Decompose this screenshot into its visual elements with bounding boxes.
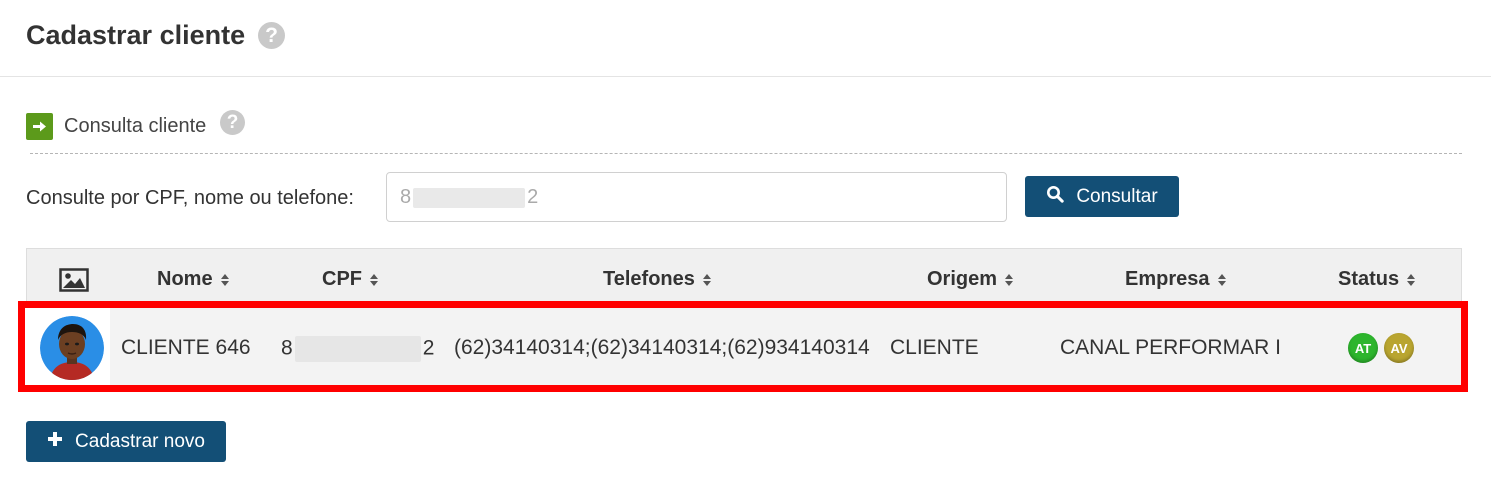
search-value-end: 2 — [527, 186, 539, 208]
consultar-button-label: Consultar — [1076, 185, 1158, 207]
column-header-origem[interactable]: Origem — [927, 268, 1014, 291]
search-label: Consulte por CPF, nome ou telefone: — [26, 187, 354, 209]
column-label: Status — [1338, 268, 1400, 290]
column-label: Empresa — [1125, 268, 1210, 290]
page-header: Cadastrar cliente ? — [0, 0, 1491, 77]
divider — [30, 153, 1462, 154]
sort-icon — [702, 273, 711, 286]
column-header-telefones[interactable]: Telefones — [603, 268, 712, 291]
column-label: Telefones — [603, 268, 695, 290]
table-header: Nome CPF Telefones Origem Empresa Status — [26, 248, 1462, 308]
row-highlight-box — [18, 301, 1468, 392]
column-header-empresa[interactable]: Empresa — [1125, 268, 1227, 291]
plus-icon — [47, 431, 63, 453]
column-label: CPF — [322, 268, 362, 290]
help-icon[interactable]: ? — [258, 22, 285, 49]
search-value-start: 8 — [400, 186, 412, 208]
sort-icon — [370, 273, 378, 286]
sort-icon — [220, 273, 229, 286]
column-label: Nome — [157, 268, 213, 290]
section-title: Consulta cliente — [64, 115, 207, 137]
column-label: Origem — [927, 268, 998, 290]
redacted-block — [413, 187, 526, 208]
consultar-button[interactable]: Consultar — [1025, 176, 1179, 217]
sort-icon — [1407, 273, 1416, 286]
cadastrar-novo-label: Cadastrar novo — [75, 430, 205, 452]
column-header-cpf[interactable]: CPF — [322, 268, 379, 291]
help-icon[interactable]: ? — [220, 110, 245, 135]
cadastrar-novo-button[interactable]: Cadastrar novo — [26, 421, 226, 462]
page-title: Cadastrar cliente — [26, 20, 246, 50]
column-header-nome[interactable]: Nome — [157, 268, 230, 291]
search-icon — [1046, 185, 1065, 209]
sort-icon — [1217, 273, 1226, 286]
arrow-right-icon — [26, 113, 53, 140]
column-header-status[interactable]: Status — [1338, 268, 1416, 291]
image-column-icon — [59, 268, 89, 292]
sort-icon — [1005, 273, 1014, 286]
search-input-value: 82 — [400, 186, 538, 209]
